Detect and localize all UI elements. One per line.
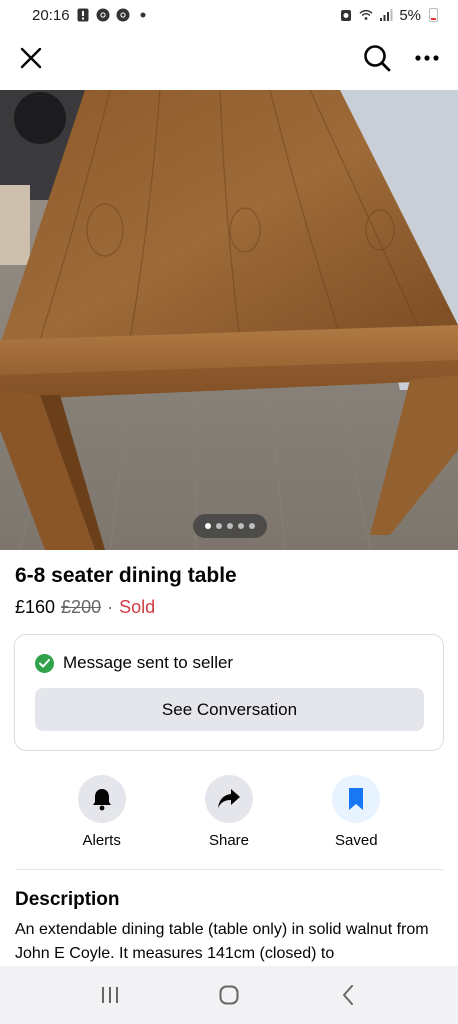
more-button[interactable] (410, 41, 444, 75)
table-photo-image (0, 90, 458, 550)
price-separator: · (107, 597, 114, 617)
sold-status: Sold (119, 597, 156, 617)
saved-button[interactable]: Saved (311, 775, 401, 849)
carousel-dot[interactable] (238, 523, 244, 529)
carousel-indicator[interactable] (193, 514, 267, 538)
status-left: 20:16 (32, 7, 150, 24)
status-right: 5% (339, 7, 438, 24)
dot-icon (136, 8, 150, 22)
price-row: £160 £200 · Sold (15, 597, 155, 618)
search-icon (364, 45, 391, 72)
share-label: Share (208, 832, 249, 849)
close-button[interactable] (14, 41, 48, 75)
nav-right (360, 41, 444, 75)
listing-photo[interactable] (0, 90, 458, 550)
alerts-button[interactable]: Alerts (57, 775, 147, 849)
carousel-dot[interactable] (205, 523, 211, 529)
original-price: £200 (61, 597, 102, 617)
home-icon (219, 985, 239, 1005)
system-nav-bar (0, 966, 458, 1024)
chrome-icon (116, 8, 130, 22)
alerts-label: Alerts (82, 832, 121, 849)
listing-title: 6-8 seater dining table (15, 564, 237, 587)
wifi-icon (359, 8, 373, 22)
battery-icon (429, 8, 438, 22)
bell-icon (92, 789, 111, 811)
saved-label: Saved (335, 832, 378, 849)
search-button[interactable] (360, 41, 394, 75)
message-sent-text: Message sent to seller (63, 653, 234, 672)
bookmark-icon (349, 788, 364, 810)
signal-icon (379, 8, 393, 22)
status-time: 20:16 (32, 6, 70, 24)
close-icon (20, 47, 42, 69)
carousel-dot[interactable] (249, 523, 255, 529)
carousel-dot[interactable] (216, 523, 222, 529)
description-text: An extendable dining table (table only) … (15, 921, 429, 962)
home-button[interactable] (209, 975, 249, 1015)
notification-icon (76, 8, 90, 22)
alerts-circle (77, 775, 126, 823)
share-circle (204, 775, 253, 823)
alarm-icon (339, 8, 353, 22)
carousel-dot[interactable] (227, 523, 233, 529)
share-button[interactable]: Share (184, 775, 274, 849)
action-bar: Alerts Share Saved (0, 775, 458, 849)
recent-apps-button[interactable] (90, 975, 130, 1015)
back-button[interactable] (328, 975, 368, 1015)
more-icon (415, 55, 439, 61)
check-circle-icon (35, 653, 54, 673)
see-conversation-button[interactable]: See Conversation (35, 688, 424, 731)
chrome-icon (96, 8, 110, 22)
section-divider (15, 869, 443, 870)
battery-percent: 5% (399, 6, 421, 24)
status-bar: 20:16 5% (0, 0, 458, 30)
recent-apps-icon (101, 987, 118, 1003)
back-icon (343, 985, 354, 1005)
message-status: Message sent to seller (35, 653, 423, 673)
current-price: £160 (15, 597, 56, 617)
description-title: Description (15, 889, 120, 910)
saved-circle (332, 775, 381, 823)
top-nav (0, 36, 458, 80)
share-icon (217, 789, 240, 808)
message-card: Message sent to seller See Conversation (14, 634, 444, 751)
